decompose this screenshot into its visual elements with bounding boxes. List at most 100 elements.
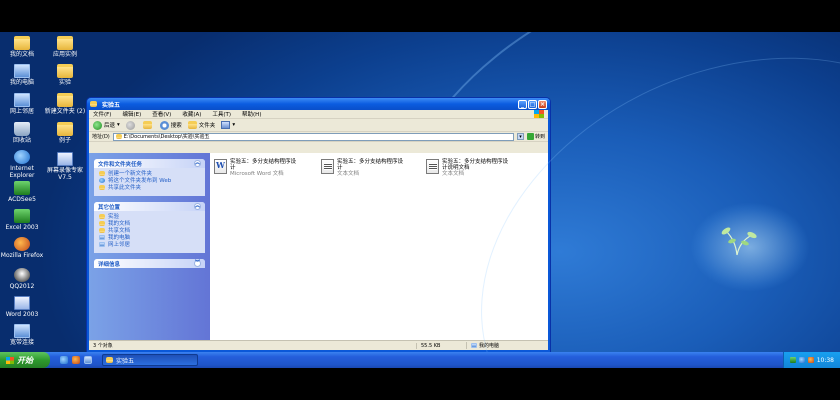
menu-tools[interactable]: 工具(T) <box>212 110 231 118</box>
back-button[interactable]: 后退 ▾ <box>93 120 120 130</box>
menu-edit[interactable]: 编辑(E) <box>122 110 141 118</box>
start-button[interactable]: 开始 <box>0 352 50 368</box>
firefox-icon <box>14 237 30 251</box>
quick-launch-app-icon[interactable] <box>72 356 80 364</box>
address-bar: 地址(D) E:\Documents\Desktop\实验\实验五 ▾ 转到 <box>89 132 548 142</box>
file-tasks-panel: 文件和文件夹任务 ︽ 创建一个新文件夹 将这个文件夹发布到 Web 共享此文件夹 <box>94 159 205 196</box>
forward-button[interactable] <box>125 120 137 130</box>
word-icon <box>14 296 30 310</box>
details-header[interactable]: 详细信息 ︾ <box>94 259 205 268</box>
tray-network-icon[interactable] <box>789 357 796 363</box>
folders-button[interactable]: 文件夹 <box>187 121 215 129</box>
task-new-folder[interactable]: 创建一个新文件夹 <box>99 171 201 177</box>
place-shared-documents[interactable]: 共享文档 <box>99 228 201 234</box>
quick-launch <box>60 356 96 364</box>
desktop-icon-qq[interactable]: QQ2012 <box>0 268 46 290</box>
folder-icon <box>106 357 113 363</box>
ie-icon <box>14 150 30 164</box>
my-computer-icon <box>99 235 105 240</box>
window-title: 实验五 <box>102 101 121 109</box>
desktop-icon-network[interactable]: 网上邻居 <box>0 93 46 115</box>
text-doc-icon <box>426 159 439 174</box>
details-panel: 详细信息 ︾ <box>94 259 205 268</box>
status-size: 55.5 KB <box>416 342 466 349</box>
folder-icon <box>57 93 73 107</box>
desktop-icon-my-computer[interactable]: 我的电脑 <box>0 64 46 86</box>
video-frame: 我的文档 我的电脑 网上邻居 回收站 Internet Explorer ACD… <box>0 0 840 400</box>
address-label: 地址(D) <box>92 134 110 140</box>
menu-view[interactable]: 查看(V) <box>152 110 171 118</box>
tray-volume-icon[interactable] <box>807 357 814 363</box>
search-icon <box>159 120 169 130</box>
file-item-text-doc-notes[interactable]: 实验五：多分支结构程序设计说明文档 文本文档 <box>426 159 512 177</box>
place-experiment[interactable]: 实验 <box>99 214 201 220</box>
place-network[interactable]: 网上邻居 <box>99 242 201 248</box>
maximize-button[interactable]: □ <box>528 99 537 109</box>
taskbar-button-window[interactable]: 实验五 <box>102 354 198 366</box>
desktop-icon-screen-recorder[interactable]: 屏幕录像专家V7.5 <box>41 152 89 181</box>
go-arrow-icon <box>526 133 534 140</box>
clock[interactable]: 10:38 <box>817 357 834 364</box>
desktop-icon-excel[interactable]: Excel 2003 <box>0 209 46 231</box>
views-button[interactable]: ▾ <box>221 121 235 129</box>
desktop-icon-word[interactable]: Word 2003 <box>0 296 46 318</box>
desktop-icon-recycle-bin[interactable]: 回收站 <box>0 122 46 144</box>
desktop-icon-my-documents[interactable]: 我的文档 <box>0 36 46 58</box>
desktop-icon-ie[interactable]: Internet Explorer <box>0 150 46 179</box>
wallpaper-plant <box>721 227 757 256</box>
text-doc-icon <box>321 159 334 174</box>
task-pane: 文件和文件夹任务 ︽ 创建一个新文件夹 将这个文件夹发布到 Web 共享此文件夹… <box>89 153 210 340</box>
window-client: 文件(F) 编辑(E) 查看(V) 收藏(A) 工具(T) 帮助(H) 后退 ▾ <box>89 110 548 350</box>
new-folder-icon <box>99 171 105 176</box>
address-dropdown-button[interactable]: ▾ <box>516 133 524 140</box>
menu-bar: 文件(F) 编辑(E) 查看(V) 收藏(A) 工具(T) 帮助(H) <box>89 110 548 119</box>
desktop: 我的文档 我的电脑 网上邻居 回收站 Internet Explorer ACD… <box>0 32 840 368</box>
menu-file[interactable]: 文件(F) <box>93 110 111 118</box>
network-icon <box>99 242 105 247</box>
desktop-icon-broadband[interactable]: 宽带连接 <box>0 324 46 346</box>
acdsee-icon <box>14 181 30 195</box>
desktop-icon-acdsee[interactable]: ACDSee5 <box>0 181 46 203</box>
share-folder-icon <box>99 185 105 190</box>
folder-icon <box>90 101 97 107</box>
up-button[interactable] <box>142 121 154 129</box>
show-desktop-icon[interactable] <box>84 356 92 364</box>
my-computer-icon <box>471 343 477 348</box>
quick-launch-ie-icon[interactable] <box>60 356 68 364</box>
folder-icon <box>115 134 122 139</box>
toolbar: 后退 ▾ 搜索 文件夹 ▾ <box>89 119 548 132</box>
menu-favorites[interactable]: 收藏(A) <box>182 110 201 118</box>
recycle-bin-icon <box>14 122 30 136</box>
place-my-documents[interactable]: 我的文档 <box>99 221 201 227</box>
qq-icon <box>14 268 30 282</box>
place-my-computer[interactable]: 我的电脑 <box>99 235 201 241</box>
task-share-folder[interactable]: 共享此文件夹 <box>99 185 201 191</box>
go-button[interactable]: 转到 <box>526 133 545 140</box>
other-places-header[interactable]: 其它位置 ︽ <box>94 202 205 211</box>
excel-icon <box>14 209 30 223</box>
desktop-icon-examples[interactable]: 例子 <box>41 122 89 144</box>
desktop-icon-firefox[interactable]: Mozilla Firefox <box>0 237 46 259</box>
desktop-icon-new-folder[interactable]: 新建文件夹 (2) <box>41 93 89 115</box>
file-item-text-doc[interactable]: 实验五：多分支结构程序设计 文本文档 <box>321 159 407 177</box>
views-icon <box>221 121 231 129</box>
desktop-icon-app-examples[interactable]: 应用实例 <box>41 36 89 58</box>
wallpaper-glow <box>690 202 810 292</box>
file-tasks-header[interactable]: 文件和文件夹任务 ︽ <box>94 159 205 168</box>
search-button[interactable]: 搜索 <box>159 120 182 130</box>
menu-help[interactable]: 帮助(H) <box>242 110 261 118</box>
tray-app-icon[interactable] <box>798 357 805 363</box>
folder-icon <box>57 64 73 78</box>
status-bar: 3 个对象 55.5 KB 我的电脑 <box>89 340 548 350</box>
desktop-icon-experiment[interactable]: 实验 <box>41 64 89 86</box>
window-titlebar[interactable]: 实验五 _ □ × <box>87 98 550 110</box>
minimize-button[interactable]: _ <box>518 99 527 109</box>
task-publish-web[interactable]: 将这个文件夹发布到 Web <box>99 178 201 184</box>
back-arrow-icon <box>93 120 102 130</box>
collapse-icon: ︽ <box>194 160 201 167</box>
up-folder-icon <box>142 121 152 129</box>
windows-flag-icon <box>6 356 14 364</box>
address-input[interactable]: E:\Documents\Desktop\实验\实验五 <box>112 132 514 141</box>
file-item-word-doc[interactable]: 实验五：多分支结构程序设计 Microsoft Word 文档 <box>214 159 300 177</box>
close-button[interactable]: × <box>538 99 547 109</box>
